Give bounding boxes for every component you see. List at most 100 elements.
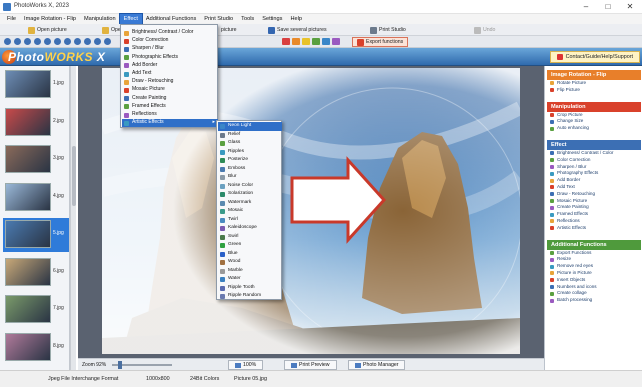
panel-item-artistic-effects[interactable]: Artistic Effects xyxy=(547,225,641,232)
menu-effect[interactable]: Effect xyxy=(118,13,143,25)
effect-menu-item-brightness-contrast-color[interactable]: Brightness/ Contrast / Color xyxy=(122,29,218,37)
close-button[interactable]: ✕ xyxy=(620,1,640,13)
artistic-item-mosaic[interactable]: Mosaic xyxy=(218,207,282,216)
panel-item-sharpen-blur[interactable]: Sharpen / Blur xyxy=(547,164,641,171)
fit-icon[interactable] xyxy=(64,38,71,45)
minimize-button[interactable]: – xyxy=(576,1,596,13)
effect-menu-item-photographic-effects[interactable]: Photographic Effects xyxy=(122,54,218,62)
menu-settings[interactable]: Settings xyxy=(258,14,286,24)
effect-menu-item-add-border[interactable]: Add Border xyxy=(122,62,218,70)
thumbnail-item[interactable]: 2.jpg xyxy=(3,106,69,140)
open-mode-button[interactable]: Ope xyxy=(102,25,121,35)
effect-menu-item-create-painting[interactable]: Create Painting xyxy=(122,95,218,103)
panel-item-rotate-picture[interactable]: Rotate Picture xyxy=(547,80,641,87)
panel-section-header[interactable]: Image Rotation - Flip xyxy=(547,70,641,80)
effect-red-icon[interactable] xyxy=(282,38,290,45)
thumbnail-item[interactable]: 5.jpg xyxy=(3,218,69,252)
panel-item-crop-picture[interactable]: Crop Picture xyxy=(547,112,641,119)
zoom-100-button[interactable]: 100% xyxy=(228,360,264,370)
artistic-item-swirl[interactable]: Swirl xyxy=(218,233,282,242)
effect-menu-item-color-correction[interactable]: Color Correction xyxy=(122,37,218,45)
panel-item-color-correction[interactable]: Color Correction xyxy=(547,157,641,164)
artistic-item-green[interactable]: Green xyxy=(218,241,282,250)
panel-item-create-collage[interactable]: Create collage xyxy=(547,290,641,297)
effect-menu-item-artistic-effects[interactable]: Artistic Effects ▸ xyxy=(122,119,218,127)
artistic-item-wood[interactable]: Wood xyxy=(218,258,282,267)
artistic-item-solarization[interactable]: Solarization xyxy=(218,190,282,199)
panel-section-header[interactable]: Effect xyxy=(547,140,641,150)
artistic-item-marble[interactable]: Marble xyxy=(218,267,282,276)
picture-mode-button[interactable]: picture xyxy=(221,25,237,35)
panel-item-export-functions[interactable]: Export Functions xyxy=(547,250,641,257)
artistic-item-twirl[interactable]: Twirl xyxy=(218,216,282,225)
artistic-item-watermark[interactable]: Watermark xyxy=(218,199,282,208)
menu-file[interactable]: File xyxy=(3,14,20,24)
artistic-item-water[interactable]: Water xyxy=(218,275,282,284)
artistic-item-ripple-tooth[interactable]: Ripple Tooth xyxy=(218,284,282,293)
photo-manager-button[interactable]: Photo Manager xyxy=(348,360,406,370)
scrollbar-thumb[interactable] xyxy=(72,146,76,206)
effect-purple-icon[interactable] xyxy=(332,38,340,45)
effect-yellow-icon[interactable] xyxy=(302,38,310,45)
panel-item-create-painting[interactable]: Create Painting xyxy=(547,204,641,211)
save-several-pictures-button[interactable]: Save several pictures xyxy=(268,25,327,35)
artistic-item-relief[interactable]: Relief xyxy=(218,131,282,140)
panel-item-batch-processing[interactable]: Batch processing xyxy=(547,297,641,304)
thumbnail-scrollbar[interactable] xyxy=(70,66,76,370)
panel-item-flip-picture[interactable]: Flip Picture xyxy=(547,87,641,94)
effect-green-icon[interactable] xyxy=(312,38,320,45)
menu-help[interactable]: Help xyxy=(286,14,306,24)
menu-print-studio[interactable]: Print Studio xyxy=(200,14,237,24)
menu-image-rotation-flip[interactable]: Image Rotation - Flip xyxy=(20,14,80,24)
effect-menu-item-sharpen-blur[interactable]: Sharpen / Blur xyxy=(122,45,218,53)
panel-item-framed-effects[interactable]: Framed Effects xyxy=(547,211,641,218)
export-functions-button[interactable]: Export functions xyxy=(352,37,409,47)
panel-item-auto-enhancing[interactable]: Auto enhancing xyxy=(547,125,641,132)
zoom-out-icon[interactable] xyxy=(54,38,61,45)
panel-item-insert-objects[interactable]: Insert Objects xyxy=(547,277,641,284)
panel-item-add-text[interactable]: Add Text xyxy=(547,184,641,191)
first-icon[interactable] xyxy=(4,38,11,45)
panel-item-photography-effects[interactable]: Photography Effects xyxy=(547,170,641,177)
print-preview-button[interactable]: Print Preview xyxy=(284,360,337,370)
open-picture-button[interactable]: Open picture xyxy=(28,25,67,35)
play-icon[interactable] xyxy=(74,38,81,45)
previous-icon[interactable] xyxy=(14,38,21,45)
thumbnail-item[interactable]: 1.jpg xyxy=(3,68,69,102)
panel-item-picture-in-picture[interactable]: Picture in Picture xyxy=(547,270,641,277)
effect-menu-item-draw-retouching[interactable]: Draw - Retouching xyxy=(122,78,218,86)
effect-menu-item-add-text[interactable]: Add Text xyxy=(122,70,218,78)
undo-button[interactable]: Undo xyxy=(474,25,495,35)
menu-tools[interactable]: Tools xyxy=(237,14,258,24)
artistic-item-posterize[interactable]: Posterize xyxy=(218,156,282,165)
effect-menu-item-framed-effects[interactable]: Framed Effects xyxy=(122,103,218,111)
contact-support-button[interactable]: Contact/Guide/Help/Support xyxy=(549,51,640,63)
panel-item-add-border[interactable]: Add Border xyxy=(547,177,641,184)
panel-item-brightness-contrast-color[interactable]: Brightness/ Contrast / Color xyxy=(547,150,641,157)
artistic-item-blur[interactable]: Blur xyxy=(218,173,282,182)
artistic-item-blue[interactable]: Blue xyxy=(218,250,282,259)
thumbnail-item[interactable]: 7.jpg xyxy=(3,293,69,327)
effect-menu-item-reflections[interactable]: Reflections xyxy=(122,111,218,119)
next-icon[interactable] xyxy=(84,38,91,45)
thumbnail-item[interactable]: 4.jpg xyxy=(3,181,69,215)
effect-orange-icon[interactable] xyxy=(292,38,300,45)
panel-item-resize[interactable]: Resize xyxy=(547,256,641,263)
thumbnail-item[interactable]: 6.jpg xyxy=(3,256,69,290)
panel-item-draw-retouching[interactable]: Draw - Retouching xyxy=(547,191,641,198)
artistic-item-noise-color[interactable]: Noise Color xyxy=(218,182,282,191)
maximize-button[interactable]: □ xyxy=(598,1,618,13)
menu-additional-functions[interactable]: Additional Functions xyxy=(142,14,200,24)
zoom-in-icon[interactable] xyxy=(44,38,51,45)
zoom-slider[interactable] xyxy=(112,361,172,369)
print-studio-button[interactable]: Print Studio xyxy=(370,25,406,35)
menu-manipulation[interactable]: Manipulation xyxy=(80,14,120,24)
panel-section-header[interactable]: Additional Functions xyxy=(547,239,641,250)
rotate-right-icon[interactable] xyxy=(34,38,41,45)
refresh-icon[interactable] xyxy=(104,38,111,45)
rotate-left-icon[interactable] xyxy=(24,38,31,45)
panel-item-reflections[interactable]: Reflections xyxy=(547,218,641,225)
zoom-slider-handle[interactable] xyxy=(118,361,122,369)
thumbnail-item[interactable]: 3.jpg xyxy=(3,143,69,177)
panel-section-header[interactable]: Manipulation xyxy=(547,101,641,112)
